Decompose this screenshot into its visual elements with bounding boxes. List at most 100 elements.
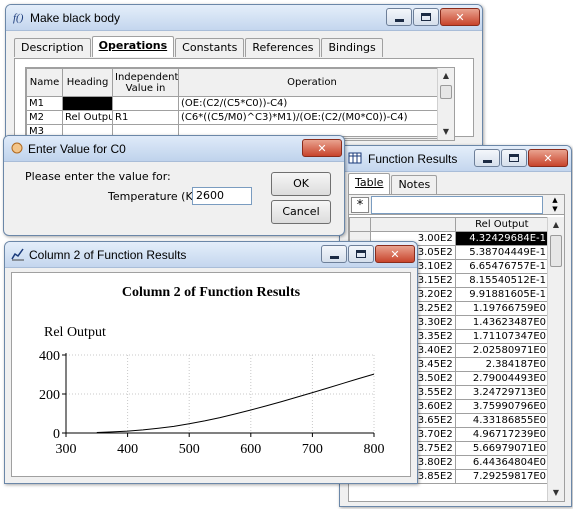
tab-description[interactable]: Description	[14, 38, 91, 57]
line-chart: 300 400 500 600 700 800 0 200 400	[39, 349, 385, 457]
y-tick-label: 200	[39, 388, 60, 403]
scroll-down-arrow-icon[interactable]: ▼	[438, 124, 454, 140]
close-button[interactable]: ✕	[440, 8, 480, 26]
operations-grid: Name Heading Independent Value in Operat…	[25, 67, 455, 141]
column-header-rel-output[interactable]: Rel Output	[454, 217, 547, 232]
cell-value[interactable]: 8.15540512E-1	[454, 273, 547, 288]
tab-notes[interactable]: Notes	[391, 175, 438, 194]
maximize-button[interactable]	[348, 245, 374, 263]
table-row[interactable]: M2 Rel Outpu R1 (C6*((C5/M0)^C3)*M1)/(OE…	[26, 110, 446, 125]
cell-operation[interactable]: (OE:(C2/(C5*C0))-C4)	[178, 96, 446, 111]
app-icon	[11, 142, 23, 154]
close-button[interactable]: ✕	[375, 245, 415, 263]
close-icon: ✕	[317, 141, 327, 155]
cell-value[interactable]: 3.24729713E0	[454, 385, 547, 400]
cell-edit-field[interactable]	[371, 196, 543, 214]
column-header-operation[interactable]: Operation	[178, 68, 446, 97]
close-button[interactable]: ✕	[302, 139, 342, 157]
maximize-icon	[509, 154, 519, 162]
results-scrollbar[interactable]: ▲ ▼	[547, 217, 564, 501]
close-icon: ✕	[455, 10, 465, 24]
minimize-button[interactable]	[474, 149, 500, 167]
column-header-x[interactable]	[369, 217, 456, 232]
corner-cell	[349, 217, 371, 232]
function-icon: f()	[13, 12, 24, 24]
close-button[interactable]: ✕	[528, 149, 568, 167]
minimize-icon	[394, 18, 404, 22]
maximize-button[interactable]	[501, 149, 527, 167]
cell-value[interactable]: 5.38704449E-1	[454, 245, 547, 260]
cell-value[interactable]: 7.29259817E0	[454, 469, 547, 484]
cell-value[interactable]: 3.75990796E0	[454, 399, 547, 414]
tab-bar: Table Notes	[348, 173, 438, 195]
scroll-thumb[interactable]	[550, 235, 562, 267]
chart-icon	[11, 248, 24, 261]
cell-value[interactable]: 6.65476757E-1	[454, 259, 547, 274]
cell-value[interactable]: 2.02580971E0	[454, 343, 547, 358]
minimize-icon	[329, 255, 339, 259]
cell-value[interactable]: 2.79004493E0	[454, 371, 547, 386]
maximize-button[interactable]	[413, 8, 439, 26]
cell-value[interactable]: 4.96717239E0	[454, 427, 547, 442]
tab-bindings[interactable]: Bindings	[321, 38, 383, 57]
cell-value[interactable]: 9.91881605E-1	[454, 287, 547, 302]
grid-scrollbar[interactable]: ▲ ▼	[437, 68, 454, 140]
scroll-down-arrow-icon[interactable]: ▼	[548, 485, 564, 501]
prompt-text: Please enter the value for:	[25, 170, 171, 183]
close-icon: ✕	[390, 247, 400, 261]
table-row[interactable]: M1 (OE:(C2/(C5*C0))-C4)	[26, 96, 446, 111]
enter-value-dialog: Enter Value for C0 ✕ Please enter the va…	[3, 135, 345, 236]
scroll-up-arrow-icon[interactable]: ▲	[548, 217, 564, 233]
tab-bar: Description Operations Constants Referen…	[14, 36, 384, 58]
scroll-up-arrow-icon[interactable]: ▲	[438, 68, 454, 84]
column-header-name[interactable]: Name	[26, 68, 63, 97]
window-title: Column 2 of Function Results	[29, 248, 187, 262]
scroll-thumb[interactable]	[440, 85, 452, 99]
cell-independent[interactable]	[112, 96, 179, 111]
tab-constants[interactable]: Constants	[175, 38, 245, 57]
y-tick-label: 0	[53, 427, 60, 442]
row-header-button[interactable]: *	[351, 197, 369, 213]
titlebar[interactable]: Enter Value for C0 ✕	[4, 136, 344, 162]
cell-value[interactable]: 6.44364804E0	[454, 455, 547, 470]
cell-operation[interactable]: (C6*((C5/M0)^C3)*M1)/(OE:(C2/(M0*C0))-C4…	[178, 110, 446, 125]
titlebar[interactable]: Column 2 of Function Results ✕	[5, 242, 417, 268]
cell-heading[interactable]: Rel Outpu	[62, 110, 113, 125]
cell-heading[interactable]	[62, 96, 113, 111]
cell-value[interactable]: 4.32429684E-1	[454, 231, 547, 246]
cell-value[interactable]: 4.33186855E0	[454, 413, 547, 428]
cell-independent[interactable]: R1	[112, 110, 179, 125]
cell-value[interactable]: 1.43623487E0	[454, 315, 547, 330]
titlebar[interactable]: f() Make black body ✕	[6, 5, 482, 31]
operations-panel: Name Heading Independent Value in Operat…	[14, 58, 474, 141]
tab-references[interactable]: References	[245, 38, 321, 57]
minimize-icon	[482, 159, 492, 163]
formula-bar: * ▲ ▼	[349, 195, 564, 215]
edit-spinner[interactable]: ▲ ▼	[548, 196, 562, 214]
svg-text:f(): f()	[13, 12, 24, 24]
cell-name[interactable]: M1	[26, 96, 63, 111]
tab-table[interactable]: Table	[348, 173, 391, 194]
series-line	[96, 373, 375, 433]
column-header-heading[interactable]: Heading	[62, 68, 113, 97]
x-tick-label: 600	[240, 442, 261, 457]
cell-value[interactable]: 5.66979071E0	[454, 441, 547, 456]
temperature-input[interactable]: 2600	[192, 187, 252, 205]
titlebar[interactable]: Function Results ✕	[340, 146, 571, 172]
minimize-button[interactable]	[386, 8, 412, 26]
minimize-button[interactable]	[321, 245, 347, 263]
close-icon: ✕	[543, 151, 553, 165]
cancel-button[interactable]: Cancel	[271, 200, 331, 224]
tab-operations[interactable]: Operations	[91, 36, 175, 57]
cell-value[interactable]: 1.71107347E0	[454, 329, 547, 344]
ok-button[interactable]: OK	[271, 172, 331, 196]
x-tick-label: 500	[179, 442, 200, 457]
window-title: Make black body	[30, 11, 121, 25]
chart-window: Column 2 of Function Results ✕ Column 2 …	[4, 241, 418, 484]
cell-value[interactable]: 1.19766759E0	[454, 301, 547, 316]
x-tick-label: 800	[364, 442, 385, 457]
cell-value[interactable]: 2.384187E0	[454, 357, 547, 372]
cell-name[interactable]: M2	[26, 110, 63, 125]
column-header-independent[interactable]: Independent Value in	[112, 68, 179, 97]
x-tick-label: 400	[117, 442, 138, 457]
